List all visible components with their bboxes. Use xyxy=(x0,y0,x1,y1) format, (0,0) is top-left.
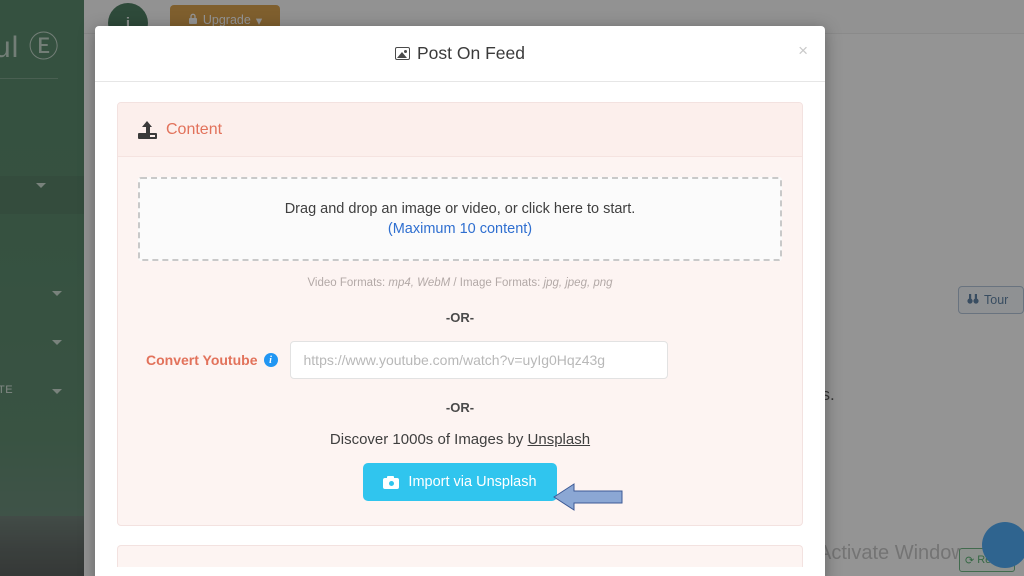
unsplash-link[interactable]: Unsplash xyxy=(528,431,591,448)
or-separator-2: -OR- xyxy=(445,400,475,415)
supported-formats-note: Video Formats: mp4, WebM / Image Formats… xyxy=(138,277,782,289)
modal-header: Post On Feed × xyxy=(95,26,825,82)
image-icon xyxy=(395,47,410,60)
import-via-unsplash-button[interactable]: Import via Unsplash xyxy=(363,463,557,501)
dropzone-main-text: Drag and drop an image or video, or clic… xyxy=(284,201,636,217)
import-via-unsplash-label: Import via Unsplash xyxy=(408,474,537,490)
content-panel: Content Drag and drop an image or video,… xyxy=(117,102,803,526)
screen-root: i Upgrade ▾ ul Ⓔ · xyxy=(0,0,1024,576)
youtube-url-input[interactable] xyxy=(289,341,668,379)
video-formats-values: mp4, WebM xyxy=(388,277,451,289)
info-icon[interactable]: i xyxy=(263,353,278,367)
post-on-feed-modal: Post On Feed × Content Drag and drop an … xyxy=(95,26,825,576)
image-formats-values: jpg, jpeg, png xyxy=(543,277,613,289)
convert-youtube-label-text: Convert Youtube xyxy=(146,352,258,368)
convert-youtube-row: Convert Youtube i xyxy=(138,341,782,379)
convert-youtube-label: Convert Youtube i xyxy=(146,352,278,368)
next-section-panel xyxy=(117,545,803,567)
content-panel-header: Content xyxy=(118,103,802,157)
camera-icon xyxy=(383,475,400,489)
or-separator-1: -OR- xyxy=(445,310,475,325)
annotation-arrow xyxy=(552,482,624,512)
content-panel-header-label: Content xyxy=(166,120,223,138)
unsplash-line-prefix: Discover 1000s of Images by xyxy=(329,431,528,448)
upload-icon xyxy=(138,120,157,139)
modal-title-text: Post On Feed xyxy=(417,43,525,63)
close-icon[interactable]: × xyxy=(798,42,808,59)
modal-title: Post On Feed xyxy=(395,43,525,64)
import-button-row: Import via Unsplash xyxy=(138,463,782,501)
dropzone[interactable]: Drag and drop an image or video, or clic… xyxy=(138,177,782,261)
image-formats-prefix: Image Formats: xyxy=(459,277,544,289)
video-formats-prefix: Video Formats: xyxy=(307,277,389,289)
dropzone-sub-text: (Maximum 10 content) xyxy=(387,221,533,237)
modal-body: Content Drag and drop an image or video,… xyxy=(95,82,825,567)
unsplash-discover-line: Discover 1000s of Images by Unsplash xyxy=(138,431,782,448)
formats-separator: / xyxy=(450,277,460,289)
content-panel-body: Drag and drop an image or video, or clic… xyxy=(118,157,802,525)
